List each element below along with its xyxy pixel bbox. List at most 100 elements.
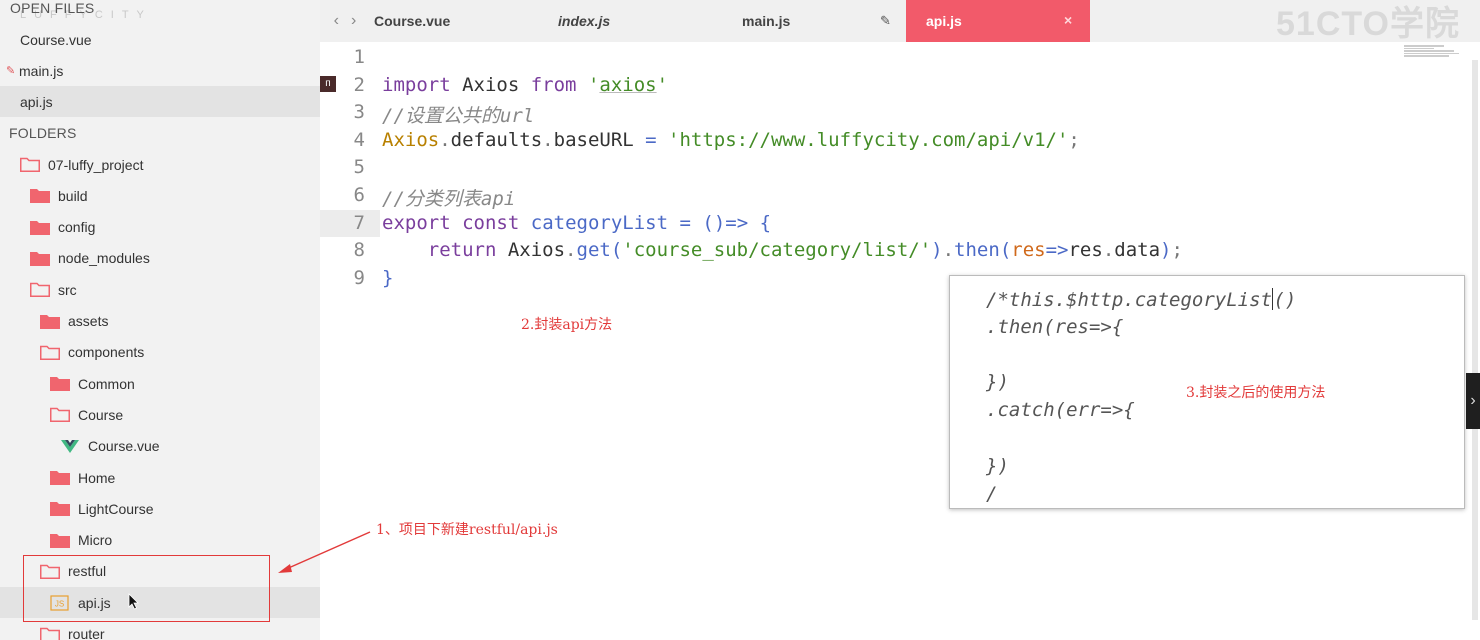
tree-item-course-vue[interactable]: Course.vue — [0, 431, 320, 462]
open-file-api-js[interactable]: api.js — [0, 86, 320, 117]
tree-item-label: src — [58, 281, 77, 298]
annotation-step2: 2.封装api方法 — [521, 317, 613, 333]
close-icon[interactable]: × — [1064, 12, 1072, 28]
tree-item-label: build — [58, 187, 88, 204]
tree-item-build[interactable]: build — [0, 180, 320, 211]
code-token: 'https://www.luffycity.com/api/v1/' — [668, 128, 1069, 151]
code-token: baseURL — [553, 128, 646, 151]
open-file-label: Course.vue — [20, 31, 92, 48]
tree-item-label: router — [68, 626, 105, 640]
open-file-course-vue[interactable]: Course.vue — [0, 24, 320, 55]
line-number: 3 — [353, 101, 365, 124]
line-number: 1 — [353, 46, 365, 68]
code-token: = — [645, 128, 669, 151]
snippet-line: .catch(err=>{ — [986, 399, 1135, 422]
tab-main-js[interactable]: main.js — [742, 0, 790, 42]
tab-label: api.js — [926, 13, 962, 29]
watermark: 51CTO学院 — [1276, 5, 1460, 43]
tree-item-label: assets — [68, 313, 109, 329]
code-line: import Axios from 'axios' — [382, 74, 668, 96]
code-token: => — [1045, 239, 1069, 262]
tab-course-vue[interactable]: Course.vue — [374, 0, 450, 42]
tree-item-07-luffy-project[interactable]: 07-luffy_project — [0, 149, 320, 180]
tree-item-lightcourse[interactable]: LightCourse — [0, 493, 320, 524]
vertical-scrollbar[interactable] — [1472, 60, 1478, 620]
code-line: //设置公共的url — [382, 101, 534, 128]
tab-label: main.js — [742, 13, 791, 29]
code-token: import — [382, 73, 451, 96]
folder-icon — [30, 251, 50, 266]
code-token: { — [759, 211, 772, 234]
code-token: ' — [587, 73, 600, 96]
chevron-right-icon[interactable]: › — [1466, 373, 1480, 429]
tree-item-config[interactable]: config — [0, 212, 320, 243]
tree-item-home[interactable]: Home — [0, 462, 320, 493]
tree-item-node-modules[interactable]: node_modules — [0, 243, 320, 274]
tree-item-label: components — [68, 344, 145, 361]
code-token: 'course_sub/category/list/' — [622, 239, 932, 262]
code-token: return — [427, 239, 497, 262]
line-number: 7 — [353, 211, 365, 234]
line-number: 9 — [353, 266, 365, 289]
code-token: ) — [1160, 239, 1172, 262]
code-token: Axios — [450, 73, 531, 96]
tab-index-js[interactable]: index.js — [558, 0, 610, 42]
folder-open-icon — [50, 407, 70, 423]
code-token: get — [576, 239, 611, 262]
tree-item-components[interactable]: components — [0, 337, 320, 368]
annotation-step3: 3.封装之后的使用方法 — [1186, 385, 1326, 401]
minimap[interactable] — [1404, 44, 1464, 60]
tree-item-common[interactable]: Common — [0, 368, 320, 399]
line-number: 8 — [353, 239, 365, 262]
tab-bar: ‹ › Course.vue index.js main.js ✎ api.js… — [320, 0, 1480, 43]
code-token: ( — [999, 239, 1012, 262]
code-token: Axios — [496, 239, 566, 262]
tree-item-assets[interactable]: assets — [0, 306, 320, 337]
folder-icon — [40, 314, 60, 329]
tree-item-label: Course.vue — [88, 438, 160, 455]
code-token: ( — [610, 239, 623, 262]
tab-nav: ‹ › — [320, 0, 370, 42]
open-file-label: main.js — [19, 62, 64, 79]
code-token: Axios — [382, 128, 440, 151]
code-token: const — [462, 211, 520, 234]
annotation-step1: 1、项目下新建restful/api.js — [376, 522, 558, 538]
code-token: . — [439, 128, 451, 151]
line-number: 6 — [353, 184, 365, 206]
folder-icon — [50, 470, 70, 485]
folder-open-icon — [40, 627, 60, 640]
pencil-icon: ✎ — [6, 65, 16, 77]
code-token: . — [1102, 239, 1115, 262]
code-token: categoryList — [530, 211, 669, 234]
folder-icon — [30, 220, 50, 235]
code-token: ' — [656, 73, 669, 96]
usage-snippet-box: /*this.$http.categoryList() .then(res=>{}… — [949, 275, 1465, 509]
code-token: defaults — [450, 128, 543, 151]
tab-api-js[interactable]: api.js × — [906, 0, 1090, 42]
tree-item-course[interactable]: Course — [0, 399, 320, 430]
folder-icon — [50, 376, 70, 392]
code-token: then — [954, 239, 1000, 262]
tree-item-src[interactable]: src — [0, 274, 320, 305]
code-token: } — [382, 266, 394, 289]
tree-item-label: node_modules — [58, 250, 150, 267]
code-line: //分类列表api — [382, 184, 515, 211]
tree-item-label: Home — [78, 469, 116, 486]
snippet-line: }) — [986, 371, 1009, 394]
folder-icon — [50, 533, 70, 548]
line-number: 4 — [353, 128, 365, 151]
chevron-left-icon[interactable]: ‹ — [334, 12, 339, 30]
open-file-main-js[interactable]: ✎ main.js — [0, 55, 320, 86]
code-line: return Axios.get('course_sub/category/li… — [382, 239, 1183, 261]
chevron-right-icon[interactable]: › — [351, 12, 356, 30]
code-line: export const categoryList = ()=> { — [382, 212, 771, 234]
tree-item-label: config — [58, 219, 96, 236]
snippet-line: .then(res=>{ — [986, 315, 1124, 338]
code-token: . — [565, 239, 577, 262]
folder-open-icon — [30, 282, 50, 298]
